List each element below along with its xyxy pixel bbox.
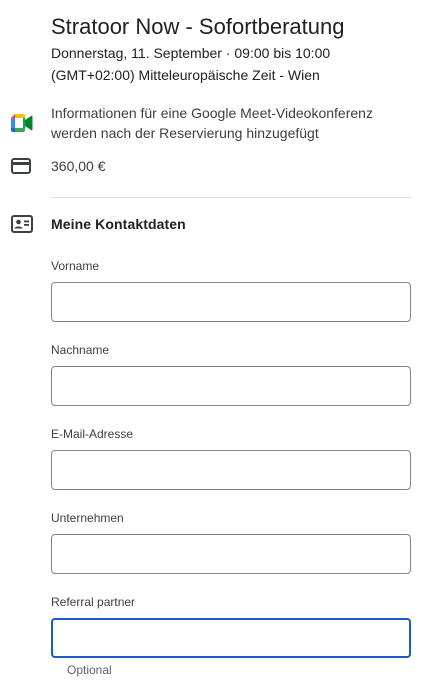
company-input[interactable] [51,534,411,574]
first-name-label: Vorname [51,259,100,273]
contact-card-icon [11,215,33,233]
credit-card-icon [11,158,31,174]
first-name-input[interactable] [51,282,411,322]
event-date-time: Donnerstag, 11. September · 09:00 bis 10… [51,45,331,61]
event-timezone: (GMT+02:00) Mitteleuropäische Zeit - Wie… [51,67,320,83]
page-title: Stratoor Now - Sofortberatung [51,14,345,39]
last-name-label: Nachname [51,343,110,357]
price: 360,00 € [51,158,106,174]
email-label: E-Mail-Adresse [51,427,134,441]
google-meet-icon [11,114,33,132]
referral-partner-helper: Optional [67,663,112,677]
referral-partner-label: Referral partner [51,595,136,609]
divider [51,197,411,198]
contact-section-title: Meine Kontaktdaten [51,216,186,232]
company-label: Unternehmen [51,511,124,525]
referral-partner-input[interactable] [51,618,411,658]
email-input[interactable] [51,450,411,490]
meet-info-text: Informationen für eine Google Meet-Video… [51,105,373,141]
last-name-input[interactable] [51,366,411,406]
